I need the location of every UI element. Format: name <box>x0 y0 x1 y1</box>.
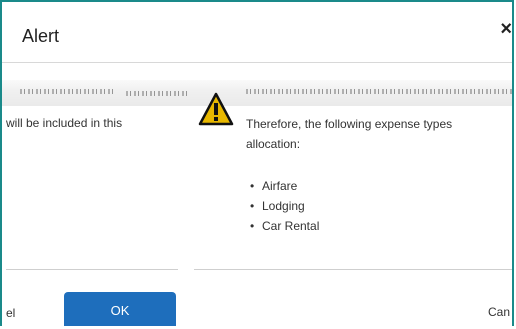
message-line-1: Therefore, the following expense types <box>246 117 453 131</box>
list-item: Car Rental <box>250 216 319 236</box>
dialog-title: Alert <box>22 26 60 46</box>
cancel-link[interactable]: Can <box>488 305 510 319</box>
background-dialog-text: will be included in this <box>6 116 123 130</box>
dialog-header: Alert × <box>2 2 512 62</box>
list-item: Airfare <box>250 176 319 196</box>
close-icon[interactable]: × <box>500 18 512 41</box>
message-line-2: allocation: <box>246 137 301 151</box>
alert-message: Therefore, the following expense types a… <box>246 114 452 154</box>
ok-button[interactable]: OK <box>64 292 176 326</box>
background-cancel-link[interactable]: el <box>6 306 15 320</box>
artifact-noise <box>20 89 116 94</box>
warning-icon <box>198 92 234 126</box>
background-footer-divider <box>6 269 178 270</box>
render-artifact-strip <box>2 80 512 106</box>
header-divider <box>2 62 512 63</box>
artifact-noise <box>126 91 190 96</box>
expense-type-list: Airfare Lodging Car Rental <box>250 176 319 236</box>
footer-divider <box>194 269 512 270</box>
artifact-noise <box>246 89 512 94</box>
list-item: Lodging <box>250 196 319 216</box>
